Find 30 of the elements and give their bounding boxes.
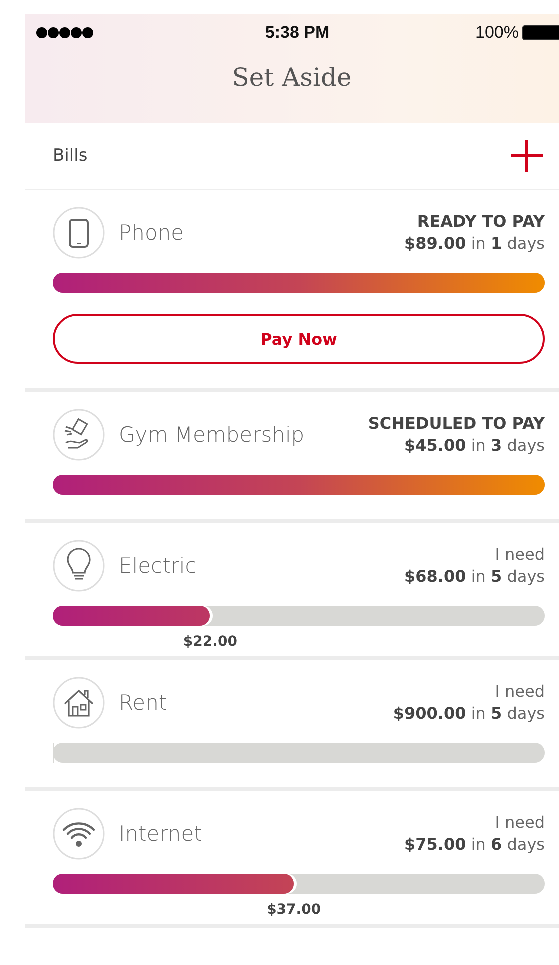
- phone-icon: [53, 207, 105, 259]
- house-icon: [53, 677, 105, 729]
- section-title: Bills: [53, 146, 88, 166]
- light-bulb-icon: [53, 540, 105, 592]
- pay-now-button[interactable]: Pay Now: [53, 314, 545, 364]
- battery-icon: [522, 25, 559, 41]
- signal-icon: [36, 27, 94, 39]
- screen-title: Set Aside: [232, 63, 352, 92]
- bill-name: Internet: [119, 822, 204, 846]
- money-hand-icon: [53, 409, 105, 461]
- due-amount: $68.00 in 5 days: [404, 566, 545, 588]
- add-button[interactable]: [509, 138, 545, 174]
- bill-name: Phone: [119, 221, 186, 245]
- bill-status: I need: [494, 812, 545, 834]
- saved-amount: $22.00: [183, 634, 238, 650]
- due-amount: $75.00 in 6 days: [404, 834, 545, 856]
- battery-percentage: 100%: [476, 23, 519, 43]
- due-amount: $89.00 in 1 days: [404, 233, 545, 255]
- bill-status: READY TO PAY: [416, 211, 545, 233]
- bill-name: Gym Membership: [119, 423, 306, 447]
- bill-status: I need: [494, 681, 545, 703]
- bill-name: Electric: [119, 554, 198, 578]
- bill-name: Rent: [119, 691, 168, 715]
- due-amount: $900.00 in 5 days: [393, 703, 545, 725]
- due-amount: $45.00 in 3 days: [403, 435, 545, 457]
- saved-amount: $37.00: [267, 902, 322, 918]
- wifi-icon: [53, 808, 105, 860]
- bill-status: I need: [494, 544, 545, 566]
- clock-time: 5:38 PM: [265, 23, 330, 43]
- bill-status: SCHEDULED TO PAY: [368, 413, 545, 435]
